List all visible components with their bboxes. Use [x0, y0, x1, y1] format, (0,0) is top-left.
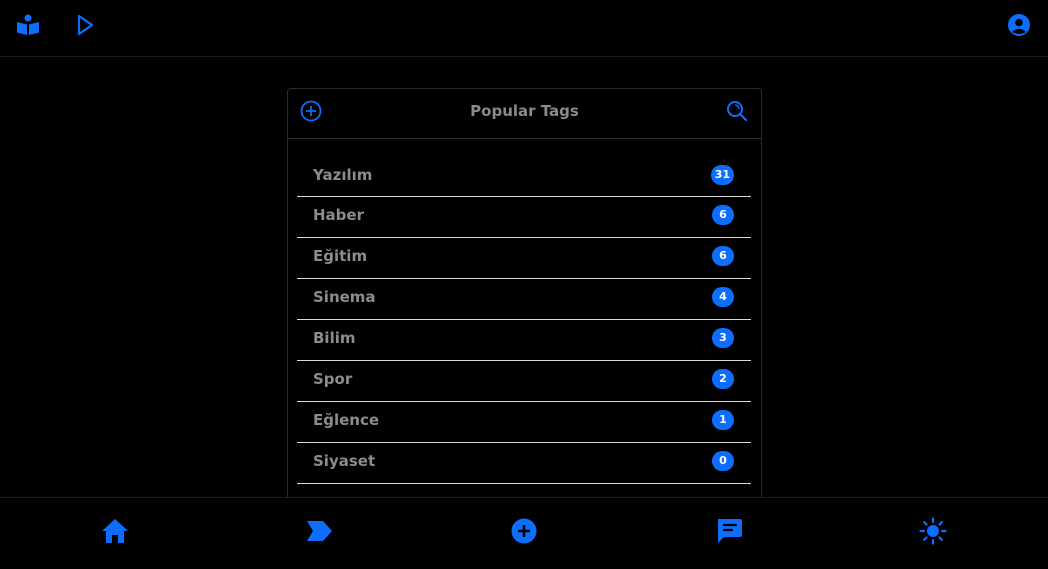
chat-icon[interactable] [714, 516, 744, 546]
tag-name: Eğlence [313, 411, 380, 429]
sun-icon[interactable] [918, 516, 948, 546]
search-icon[interactable] [725, 99, 749, 123]
tag-row[interactable]: Spor 2 [297, 361, 751, 402]
tag-row[interactable]: Siyaset 0 [297, 443, 751, 484]
card-header: Popular Tags [288, 89, 761, 139]
tag-count-badge: 2 [712, 369, 734, 389]
tag-count-badge: 31 [710, 165, 734, 185]
tag-list: Yazılım 31 Haber 6 Eğitim 6 Sinema 4 Bil… [297, 157, 751, 484]
tag-row[interactable]: Eğlence 1 [297, 402, 751, 443]
bottom-nav [0, 497, 1048, 569]
home-icon[interactable] [100, 516, 130, 546]
plus-circle-icon[interactable] [509, 516, 539, 546]
user-circle-icon[interactable] [1007, 12, 1031, 38]
tag-row[interactable]: Yazılım 31 [297, 157, 751, 197]
tag-row[interactable]: Bilim 3 [297, 320, 751, 361]
tag-row[interactable]: Haber 6 [297, 197, 751, 238]
tag-count-badge: 6 [712, 246, 734, 266]
popular-tags-card: Popular Tags Yazılım 31 Haber 6 Eğitim 6… [287, 88, 762, 510]
tag-count-badge: 1 [712, 410, 734, 430]
tag-name: Bilim [313, 329, 356, 347]
play-icon[interactable] [73, 12, 97, 38]
top-bar [0, 0, 1048, 57]
tag-count-badge: 4 [712, 287, 734, 307]
tag-count-badge: 3 [712, 328, 734, 348]
tag-count-badge: 6 [712, 205, 734, 225]
tag-name: Siyaset [313, 452, 376, 470]
tag-row[interactable]: Sinema 4 [297, 279, 751, 320]
tag-name: Sinema [313, 288, 376, 306]
tag-icon[interactable] [304, 516, 334, 546]
book-reader-icon[interactable] [16, 12, 40, 38]
tag-name: Yazılım [313, 166, 373, 184]
tag-name: Spor [313, 370, 353, 388]
card-title: Popular Tags [470, 102, 579, 120]
tag-name: Haber [313, 206, 364, 224]
tag-count-badge: 0 [712, 451, 734, 471]
tag-name: Eğitim [313, 247, 368, 265]
tag-row[interactable]: Eğitim 6 [297, 238, 751, 279]
